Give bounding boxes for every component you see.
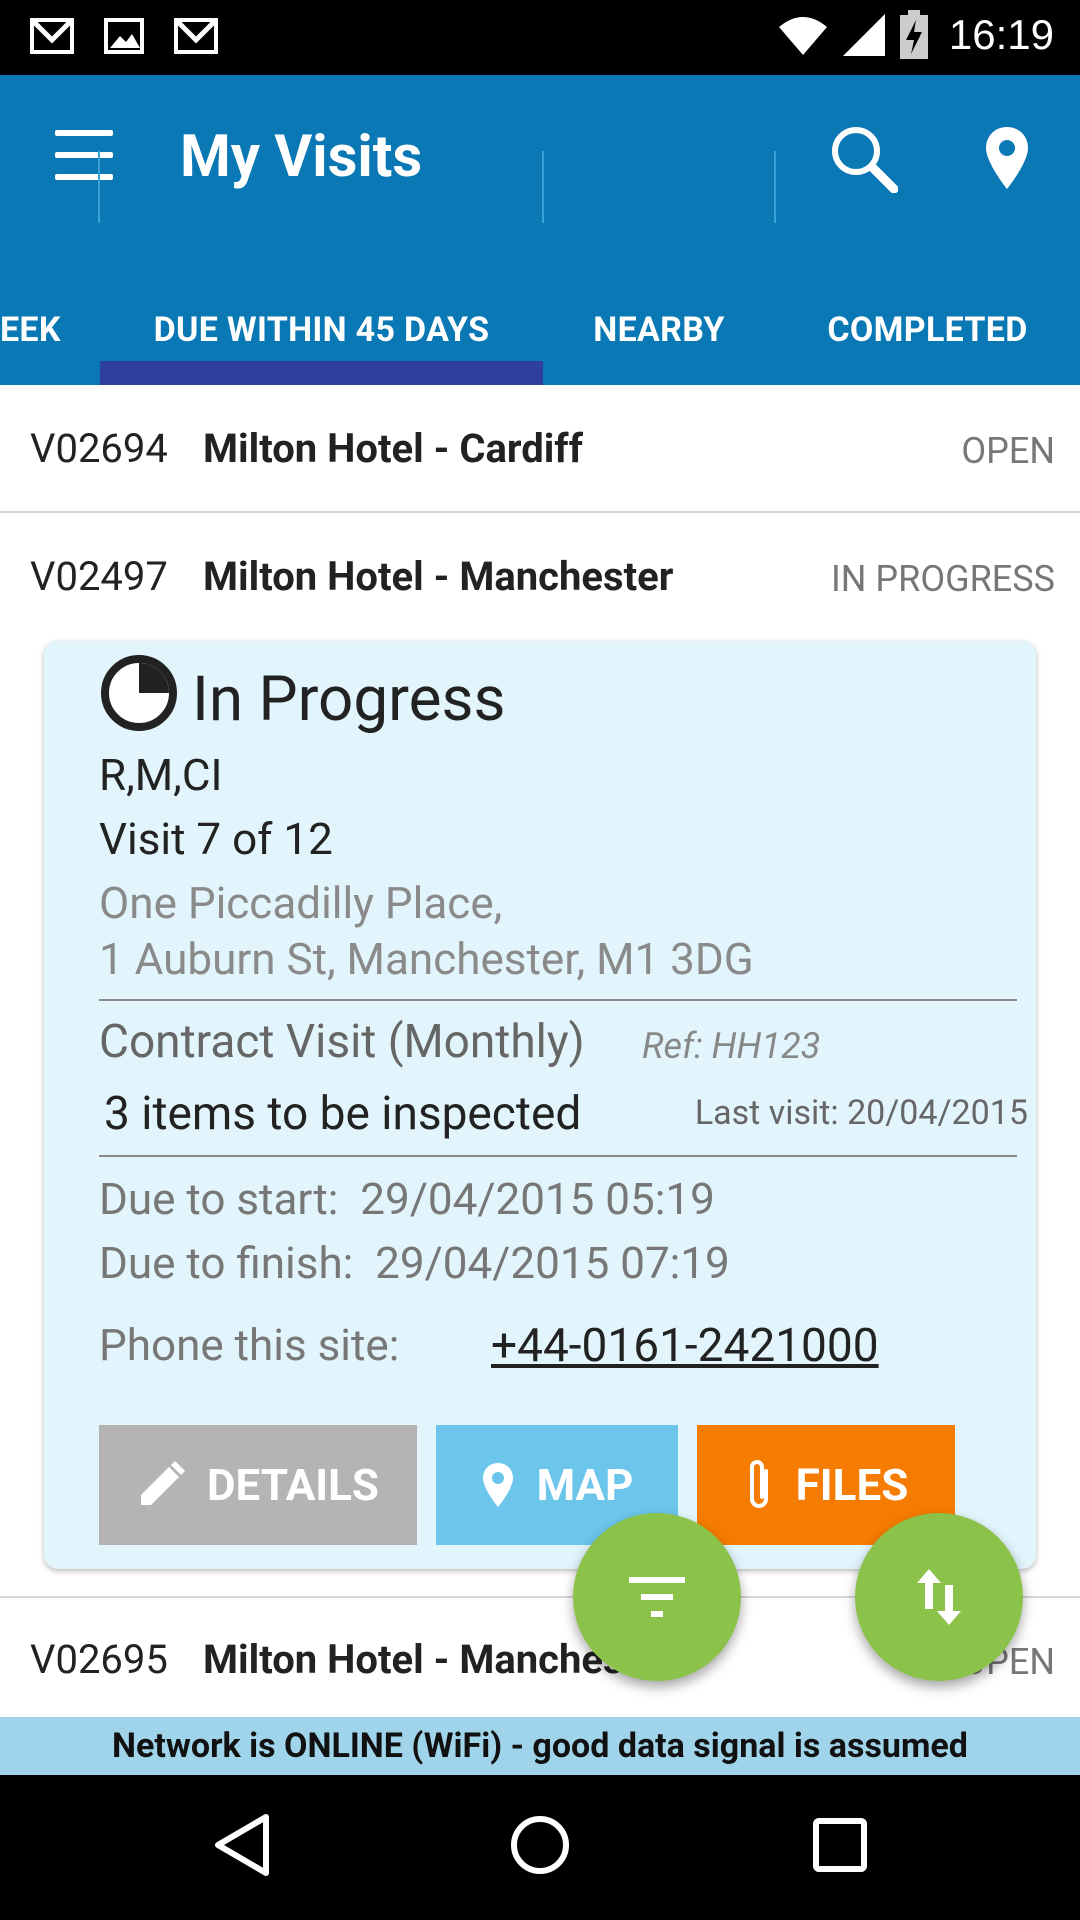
contract-type: Contract Visit (Monthly) bbox=[99, 1015, 585, 1069]
service-codes: R,M,CI bbox=[99, 749, 223, 801]
visit-row[interactable]: V02694 Milton Hotel - Cardiff OPEN bbox=[0, 385, 1080, 511]
visit-detail-card: In Progress R,M,CI Visit 7 of 12 One Pic… bbox=[44, 641, 1036, 1569]
home-icon[interactable] bbox=[508, 1813, 572, 1877]
app-bar: My Visits EEK DUE WITHIN 45 DAYS NEARBY … bbox=[0, 75, 1080, 385]
location-pin-icon bbox=[482, 1463, 513, 1507]
tab-separator bbox=[542, 151, 544, 223]
visit-name: Milton Hotel - Manchester bbox=[203, 553, 674, 600]
visit-id: V02694 bbox=[30, 425, 168, 472]
details-button[interactable]: DETAILS bbox=[99, 1425, 417, 1545]
battery-charging-icon bbox=[899, 10, 928, 59]
tab-separator bbox=[774, 151, 776, 223]
menu-icon[interactable] bbox=[55, 130, 113, 180]
gmail-icon bbox=[174, 18, 218, 54]
clock: 16:19 bbox=[948, 11, 1054, 58]
progress-title: In Progress bbox=[192, 663, 506, 736]
filter-fab[interactable] bbox=[573, 1513, 741, 1681]
visit-row[interactable]: V02497 Milton Hotel - Manchester IN PROG… bbox=[0, 513, 1080, 637]
sort-arrows-icon bbox=[917, 1569, 961, 1625]
progress-pie-icon bbox=[101, 655, 177, 731]
location-pin-icon[interactable] bbox=[984, 125, 1030, 191]
status-bar: 16:19 bbox=[0, 0, 1080, 75]
due-start: Due to start: 29/04/2015 05:19 bbox=[99, 1173, 715, 1225]
divider bbox=[99, 1155, 1017, 1157]
visit-id: V02497 bbox=[30, 553, 168, 600]
tab-this-week[interactable]: EEK bbox=[0, 275, 60, 385]
search-icon[interactable] bbox=[828, 123, 898, 193]
tab-indicator bbox=[100, 361, 543, 385]
tab-completed[interactable]: COMPLETED bbox=[775, 275, 1080, 385]
visit-name: Milton Hotel - Cardiff bbox=[203, 425, 583, 472]
signal-icon bbox=[842, 14, 885, 56]
recents-icon[interactable] bbox=[812, 1813, 868, 1877]
filter-icon bbox=[629, 1577, 685, 1617]
last-visit: Last visit: 20/04/2015 bbox=[694, 1093, 1028, 1133]
visit-status: IN PROGRESS bbox=[831, 558, 1055, 600]
tab-nearby[interactable]: NEARBY bbox=[545, 275, 773, 385]
visit-count: Visit 7 of 12 bbox=[99, 813, 333, 865]
gmail-icon bbox=[30, 18, 74, 54]
items-count: 3 items to be inspected bbox=[104, 1087, 582, 1141]
page-title: My Visits bbox=[180, 123, 423, 191]
sort-fab[interactable] bbox=[855, 1513, 1023, 1681]
wifi-icon bbox=[778, 17, 827, 55]
pencil-icon bbox=[140, 1461, 185, 1505]
phone-link[interactable]: +44-0161-2421000 bbox=[491, 1319, 879, 1373]
address-line-1: One Piccadilly Place, bbox=[99, 877, 503, 929]
due-finish: Due to finish: 29/04/2015 07:19 bbox=[99, 1237, 730, 1289]
contract-ref: Ref: HH123 bbox=[642, 1025, 821, 1067]
image-icon bbox=[104, 18, 144, 54]
network-status-banner: Network is ONLINE (WiFi) - good data sig… bbox=[0, 1717, 1080, 1775]
back-icon[interactable] bbox=[212, 1813, 272, 1877]
tab-separator bbox=[98, 151, 100, 223]
system-nav-bar bbox=[0, 1775, 1080, 1920]
divider bbox=[99, 999, 1017, 1001]
visit-id: V02695 bbox=[30, 1636, 168, 1683]
paperclip-icon bbox=[749, 1460, 768, 1508]
phone-label: Phone this site: bbox=[99, 1319, 400, 1371]
visit-status: OPEN bbox=[961, 430, 1055, 472]
address-line-2: 1 Auburn St, Manchester, M1 3DG bbox=[99, 933, 754, 985]
